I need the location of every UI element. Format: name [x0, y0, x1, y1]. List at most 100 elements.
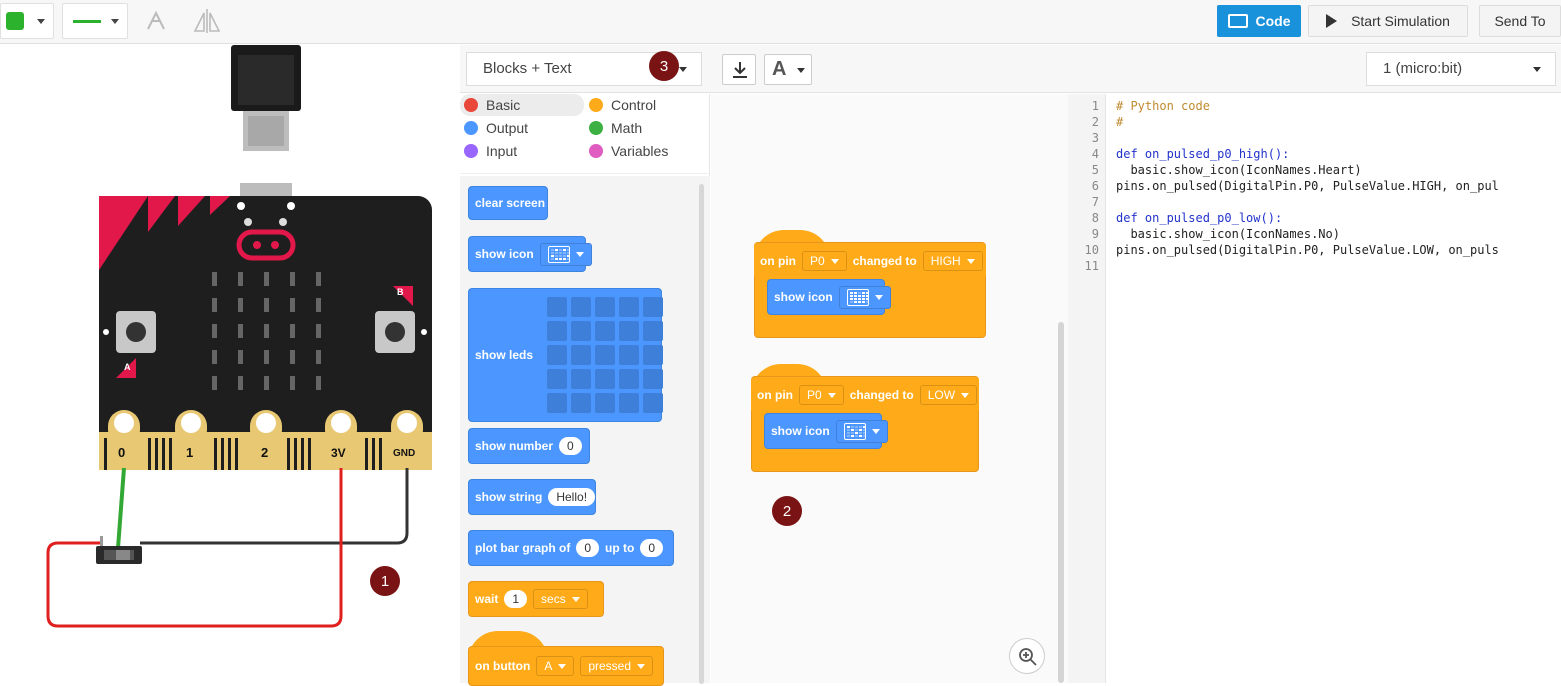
- chevron-down-icon: [679, 67, 687, 72]
- code-line: pins.on_pulsed(DigitalPin.P0, PulseValue…: [1116, 179, 1499, 193]
- button-a-label: A: [124, 362, 131, 372]
- category-control[interactable]: Control: [585, 94, 705, 116]
- block-label: show string: [475, 490, 543, 504]
- rotate-icon[interactable]: [144, 9, 168, 33]
- dropdown-label: LOW: [927, 388, 956, 402]
- wait-input[interactable]: 1: [504, 590, 528, 608]
- show-string-block[interactable]: show string Hello!: [468, 479, 596, 515]
- device-dropdown[interactable]: 1 (micro:bit): [1366, 52, 1556, 86]
- code-label: Code: [1255, 13, 1291, 29]
- on-pin-low-event[interactable]: on pin P0 changed to LOW show icon: [751, 376, 979, 472]
- category-label: Input: [486, 143, 518, 159]
- line-number: 5: [1091, 163, 1099, 177]
- line-number: 3: [1091, 131, 1099, 145]
- block-label: wait: [475, 592, 499, 606]
- block-label: show icon: [774, 290, 833, 304]
- flip-icon[interactable]: [192, 7, 222, 35]
- category-label: Output: [486, 120, 529, 136]
- circuit-canvas[interactable]: 0 1 2 3V GND A B 1: [0, 45, 460, 683]
- font-size-button[interactable]: A: [764, 54, 812, 85]
- block-label: show leds: [475, 348, 534, 362]
- device-label: 1 (micro:bit): [1383, 60, 1463, 77]
- color-picker-dropdown[interactable]: [0, 3, 54, 39]
- value-input[interactable]: 0: [576, 539, 600, 557]
- line-number: 9: [1091, 227, 1099, 241]
- wire-style-dropdown[interactable]: [62, 3, 128, 39]
- clear-screen-block[interactable]: clear screen: [468, 186, 548, 220]
- dropdown-label: A: [544, 659, 553, 673]
- heart-icon: [846, 288, 869, 306]
- block-label: show number: [475, 439, 554, 453]
- button-key-dropdown[interactable]: A: [536, 656, 575, 676]
- category-variables[interactable]: Variables: [585, 140, 705, 162]
- code-button[interactable]: Code: [1217, 5, 1301, 37]
- annotation-badge-2: 2: [772, 496, 802, 526]
- zoom-in-icon: [1018, 647, 1038, 672]
- chevron-down-icon: [37, 19, 45, 24]
- icon-dropdown[interactable]: [835, 419, 888, 443]
- zoom-in-button[interactable]: [1009, 638, 1045, 674]
- on-button-block[interactable]: on button A pressed: [468, 646, 664, 686]
- plot-bar-graph-block[interactable]: plot bar graph of 0 up to 0: [468, 530, 674, 566]
- category-label: Variables: [611, 143, 669, 159]
- icon-dropdown[interactable]: [838, 285, 891, 309]
- python-code-editor[interactable]: 1 2 3 4 5 6 7 8 9 10 11 # Python code # …: [1068, 94, 1561, 683]
- chevron-down-icon: [571, 596, 580, 602]
- output-dot-icon: [464, 121, 478, 135]
- show-icon-no-block[interactable]: show icon: [764, 413, 888, 449]
- category-basic[interactable]: Basic: [460, 94, 584, 116]
- block-toolbox: Basic Control Output Math Input Variable…: [460, 94, 710, 686]
- start-simulation-button[interactable]: Start Simulation: [1308, 5, 1468, 37]
- pin-label-3v: 3V: [331, 446, 346, 460]
- category-math[interactable]: Math: [585, 117, 705, 139]
- editor-header: Blocks + Text 3 A 1 (micro:bit): [460, 45, 1561, 93]
- show-icon-block[interactable]: show icon: [468, 236, 592, 272]
- chevron-down-icon: [1533, 67, 1541, 72]
- category-label: Math: [611, 120, 643, 136]
- pulse-value-dropdown[interactable]: HIGH: [922, 251, 983, 271]
- font-size-icon: A: [772, 58, 787, 80]
- toolbox-scrollbar[interactable]: [699, 184, 704, 684]
- show-leds-block[interactable]: show leds: [468, 288, 664, 422]
- workspace-scrollbar[interactable]: [1058, 322, 1064, 683]
- category-input[interactable]: Input: [460, 140, 584, 162]
- category-label: Basic: [486, 97, 521, 113]
- show-number-block[interactable]: show number 0: [468, 428, 590, 464]
- chevron-down-icon: [637, 663, 646, 669]
- chevron-down-icon: [871, 428, 880, 434]
- max-input[interactable]: 0: [640, 539, 664, 557]
- code-line: def on_pulsed_p0_low():: [1116, 211, 1283, 225]
- download-button[interactable]: [722, 54, 756, 85]
- chevron-down-icon: [575, 251, 584, 257]
- line-number-gutter: 1 2 3 4 5 6 7 8 9 10 11: [1068, 94, 1106, 683]
- dropdown-label: pressed: [588, 659, 632, 673]
- code-line: # Python code: [1116, 99, 1210, 113]
- line-number: 2: [1091, 115, 1099, 129]
- category-label: Control: [611, 97, 657, 113]
- wait-unit-dropdown[interactable]: secs: [533, 589, 588, 609]
- annotation-badge-3: 3: [649, 51, 679, 81]
- block-workspace[interactable]: on pin P0 changed to HIGH show icon on p…: [711, 94, 1068, 683]
- pin-label-2: 2: [261, 445, 269, 460]
- block-label: clear screen: [475, 196, 546, 210]
- pin-dropdown[interactable]: P0: [802, 251, 847, 271]
- wire-line-icon: [73, 20, 101, 23]
- string-input[interactable]: Hello!: [548, 488, 596, 506]
- pin-dropdown[interactable]: P0: [799, 385, 844, 405]
- led-grid[interactable]: [547, 297, 664, 413]
- show-icon-heart-block[interactable]: show icon: [767, 279, 891, 315]
- icon-dropdown[interactable]: [539, 242, 592, 266]
- block-label: on button: [475, 659, 531, 673]
- download-icon: [732, 61, 748, 84]
- on-pin-high-event[interactable]: on pin P0 changed to HIGH show icon: [754, 242, 986, 338]
- button-action-dropdown[interactable]: pressed: [580, 656, 654, 676]
- category-output[interactable]: Output: [460, 117, 584, 139]
- wait-block[interactable]: wait 1 secs: [468, 581, 604, 617]
- chevron-down-icon: [797, 68, 805, 73]
- block-label: on pin: [757, 388, 793, 402]
- number-input[interactable]: 0: [559, 437, 582, 455]
- send-to-button[interactable]: Send To: [1479, 5, 1561, 37]
- block-label: changed to: [852, 254, 917, 268]
- pulse-value-dropdown[interactable]: LOW: [919, 385, 978, 405]
- code-line: #: [1116, 115, 1124, 129]
